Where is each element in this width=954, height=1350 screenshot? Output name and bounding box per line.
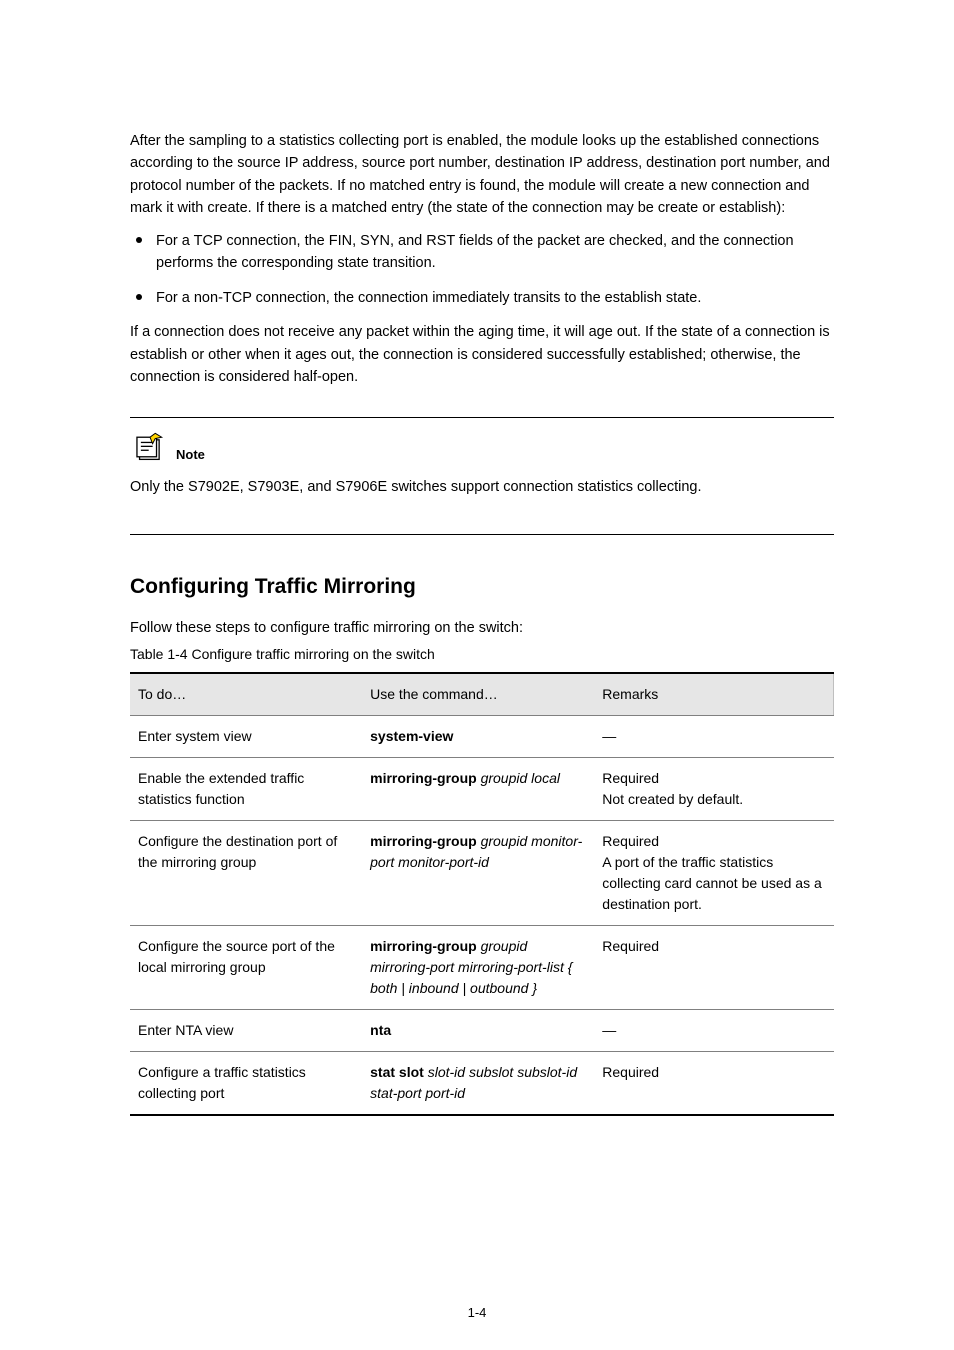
- cmd-bold: stat slot: [370, 1064, 424, 1080]
- cmd-bold: mirroring-group: [370, 833, 477, 849]
- bullet-dot-icon: [136, 294, 142, 300]
- cmd-italic: groupid local: [477, 770, 560, 786]
- intro-bullet-2: For a non-TCP connection, the connection…: [130, 287, 834, 309]
- cmd-bold: system-view: [370, 728, 453, 744]
- note-label: Note: [176, 447, 205, 462]
- cell-todo: Enable the extended traffic statistics f…: [130, 757, 362, 820]
- cell-command: nta: [362, 1009, 594, 1051]
- cell-remarks: Required: [594, 1051, 833, 1115]
- cell-todo: Configure the destination port of the mi…: [130, 820, 362, 925]
- table-row: Enter NTA view nta —: [130, 1009, 834, 1051]
- cell-command: mirroring-group groupid local: [362, 757, 594, 820]
- intro-bullet-list: For a TCP connection, the FIN, SYN, and …: [130, 230, 834, 309]
- table-header-command: Use the command…: [362, 673, 594, 716]
- cmd-bold: mirroring-group: [370, 938, 477, 954]
- table-row: Enter system view system-view —: [130, 715, 834, 757]
- cell-remarks: —: [594, 1009, 833, 1051]
- cell-remarks: Required: [594, 925, 833, 1009]
- table-row: Enable the extended traffic statistics f…: [130, 757, 834, 820]
- cell-remarks: —: [594, 715, 833, 757]
- intro-bullet-1-text: For a TCP connection, the FIN, SYN, and …: [156, 233, 794, 271]
- bullet-dot-icon: [136, 237, 142, 243]
- intro-paragraph-1: After the sampling to a statistics colle…: [130, 130, 834, 220]
- note-box: Note Only the S7902E, S7903E, and S7906E…: [130, 417, 834, 535]
- cell-command: mirroring-group groupid mirroring-port m…: [362, 925, 594, 1009]
- cmd-bold: nta: [370, 1022, 391, 1038]
- page-number: 1-4: [0, 1305, 954, 1320]
- table-header-row: To do… Use the command… Remarks: [130, 673, 834, 716]
- note-icon: [130, 432, 170, 462]
- table-caption: Table 1-4 Configure traffic mirroring on…: [130, 646, 834, 662]
- config-table: To do… Use the command… Remarks Enter sy…: [130, 672, 834, 1116]
- section-lead: Follow these steps to configure traffic …: [130, 617, 834, 639]
- note-header: Note: [130, 432, 834, 462]
- intro-bullet-1: For a TCP connection, the FIN, SYN, and …: [130, 230, 834, 275]
- cell-todo: Configure a traffic statistics collectin…: [130, 1051, 362, 1115]
- cell-todo: Enter NTA view: [130, 1009, 362, 1051]
- table-row: Configure the destination port of the mi…: [130, 820, 834, 925]
- intro-bullet-2-text: For a non-TCP connection, the connection…: [156, 290, 701, 306]
- cmd-bold: mirroring-group: [370, 770, 477, 786]
- cell-command: system-view: [362, 715, 594, 757]
- cell-todo: Configure the source port of the local m…: [130, 925, 362, 1009]
- cell-command: mirroring-group groupid monitor-port mon…: [362, 820, 594, 925]
- table-header-todo: To do…: [130, 673, 362, 716]
- cell-remarks: Required A port of the traffic statistic…: [594, 820, 833, 925]
- cell-remarks: Required Not created by default.: [594, 757, 833, 820]
- table-row: Configure a traffic statistics collectin…: [130, 1051, 834, 1115]
- section-heading: Configuring Traffic Mirroring: [130, 575, 834, 599]
- cell-command: stat slot slot-id subslot subslot-id sta…: [362, 1051, 594, 1115]
- table-row: Configure the source port of the local m…: [130, 925, 834, 1009]
- table-header-remarks: Remarks: [594, 673, 833, 716]
- cell-todo: Enter system view: [130, 715, 362, 757]
- intro-paragraph-2: If a connection does not receive any pac…: [130, 321, 834, 388]
- note-text: Only the S7902E, S7903E, and S7906E swit…: [130, 476, 834, 498]
